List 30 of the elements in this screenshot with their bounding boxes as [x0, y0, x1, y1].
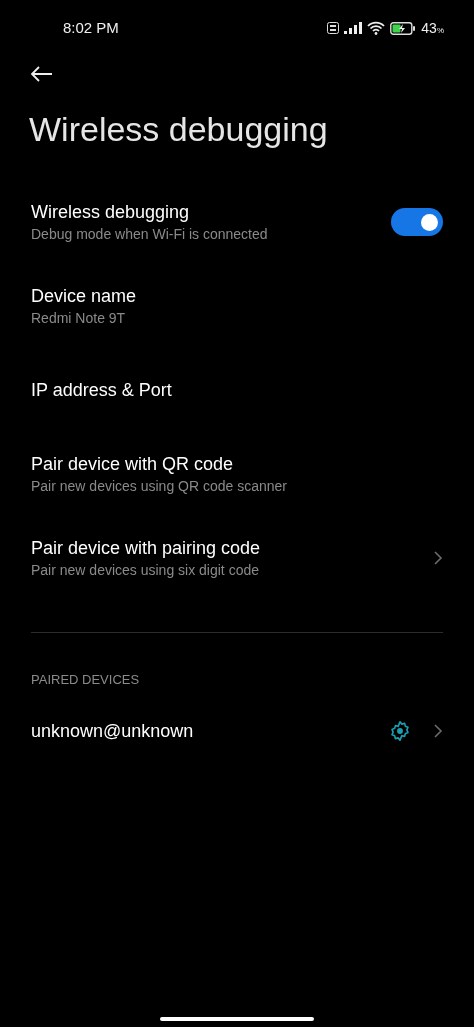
- settings-row[interactable]: Pair device with QR code Pair new devices using QR code scanner: [0, 432, 474, 516]
- setting-subtitle: Pair new devices using six digit code: [31, 561, 260, 580]
- setting-title: Pair device with pairing code: [31, 537, 261, 560]
- setting-subtitle: Redmi Note 9T: [31, 309, 127, 328]
- setting-title: IP address & Port: [31, 379, 172, 402]
- back-button[interactable]: [30, 64, 54, 84]
- percent-sign: %: [436, 25, 444, 37]
- battery-percent: 43: [421, 18, 437, 38]
- chevron-icon: [433, 550, 443, 566]
- settings-row[interactable]: Wireless debugging Debug mode when Wi-Fi is connected: [0, 180, 474, 264]
- setting-title: Pair device with QR code: [31, 453, 235, 476]
- volte-icon: [327, 22, 340, 34]
- signal-icon: [344, 22, 363, 34]
- status-time: 8:02 PM: [63, 17, 119, 38]
- page-title: Wireless debugging: [29, 109, 329, 150]
- settings-row[interactable]: Device name Redmi Note 9T: [0, 264, 474, 348]
- back-arrow-icon: [30, 66, 53, 82]
- settings-row[interactable]: Pair device with pairing code Pair new devices using six digit code: [0, 516, 474, 600]
- setting-title: Device name: [31, 285, 137, 308]
- setting-title: Wireless debugging: [31, 201, 191, 224]
- setting-subtitle: Pair new devices using QR code scanner: [31, 477, 288, 496]
- section-header: PAIRED DEVICES: [31, 672, 140, 687]
- wifi-icon: [367, 21, 386, 35]
- device-name: unknown@unknown: [31, 719, 194, 743]
- chevron-icon: [433, 723, 443, 739]
- paired-device-row[interactable]: unknown@unknown: [0, 703, 474, 759]
- toggle-switch[interactable]: [391, 208, 443, 236]
- settings-icon[interactable]: [389, 720, 411, 742]
- settings-row[interactable]: IP address & Port: [0, 348, 474, 432]
- setting-subtitle: Debug mode when Wi-Fi is connected: [31, 225, 268, 244]
